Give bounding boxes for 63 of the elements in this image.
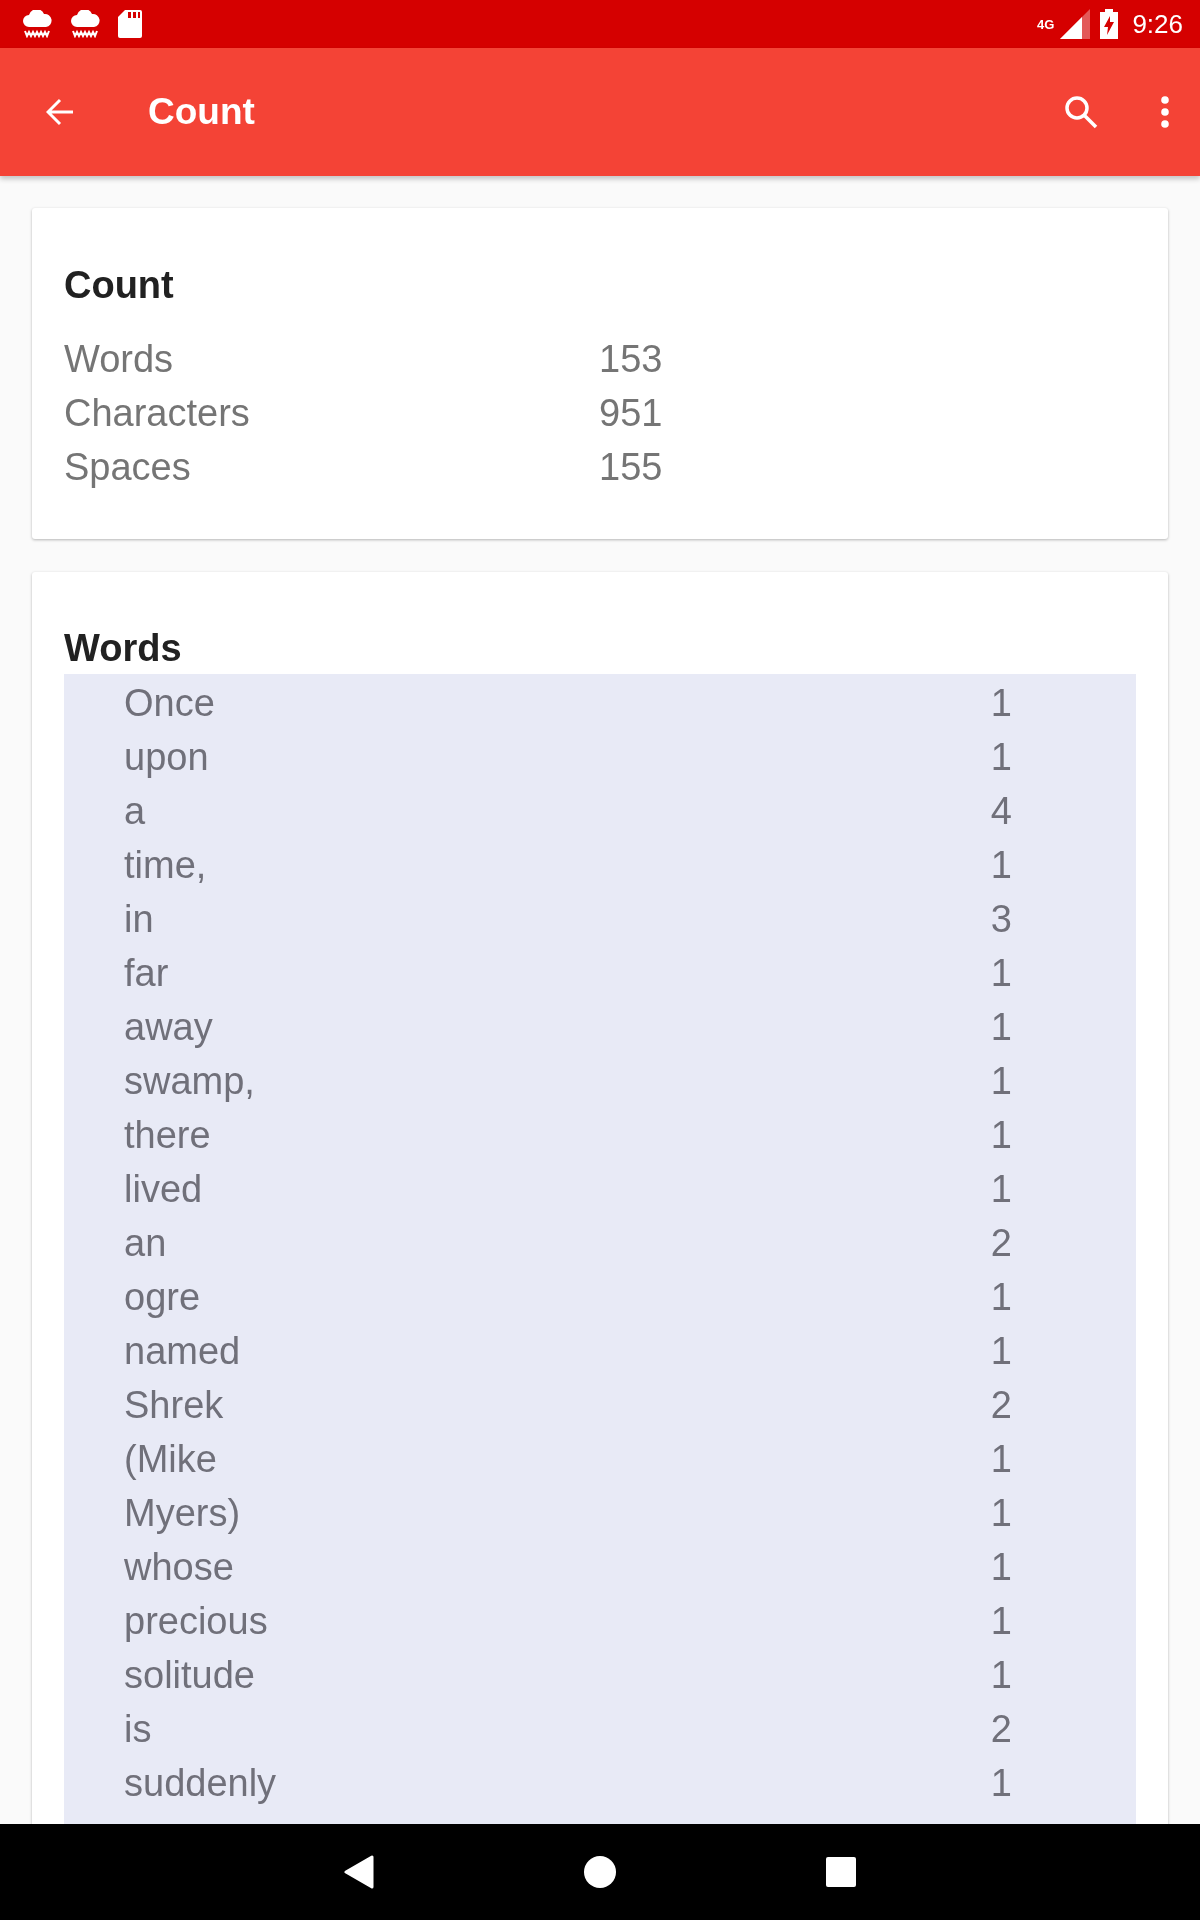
signal-icon	[1060, 9, 1091, 39]
word-text: away	[124, 1005, 214, 1050]
stat-label: Spaces	[64, 445, 192, 490]
word-count: 1	[990, 681, 1012, 726]
word-count: 1	[990, 735, 1012, 780]
word-count: 1	[990, 1275, 1012, 1320]
stat-value: 155	[599, 445, 663, 490]
stat-value: 153	[599, 337, 663, 382]
stat-value: 951	[599, 391, 663, 436]
clock-text: 9:26	[1132, 9, 1183, 39]
word-text: a	[124, 789, 147, 834]
word-text: upon	[124, 735, 210, 780]
screen-title: Count	[148, 90, 256, 134]
sd-card-icon	[118, 10, 142, 38]
word-text: Once	[124, 681, 216, 726]
word-count: 1	[990, 1545, 1012, 1590]
nav-back-icon[interactable]	[344, 1855, 374, 1889]
word-text: Myers)	[124, 1491, 242, 1536]
word-text: Shrek	[124, 1383, 225, 1428]
word-text: suddenly	[124, 1761, 278, 1806]
more-icon	[1160, 96, 1170, 128]
word-count: 2	[990, 1707, 1012, 1752]
word-count: 1	[990, 1113, 1012, 1158]
word-text: ogre	[124, 1275, 202, 1320]
word-count: 1	[990, 1059, 1012, 1104]
card-title: Words	[64, 626, 182, 670]
word-text: solitude	[124, 1653, 256, 1698]
stat-label: Characters	[64, 391, 251, 436]
rain-cloud-icon	[22, 10, 52, 38]
rain-cloud-icon	[70, 10, 100, 38]
word-text: precious	[124, 1599, 269, 1644]
word-count: 1	[990, 1005, 1012, 1050]
word-text: in	[124, 897, 155, 942]
word-count: 1	[990, 1761, 1012, 1806]
search-icon	[1064, 95, 1098, 129]
word-count: 1	[990, 1653, 1012, 1698]
word-text: whose	[124, 1545, 235, 1590]
word-count: 1	[990, 1599, 1012, 1644]
word-text: (Mike	[124, 1437, 218, 1482]
word-text: is	[124, 1707, 153, 1752]
stat-label: Words	[64, 337, 175, 382]
word-count: 1	[990, 951, 1012, 996]
word-text: far	[124, 951, 170, 996]
word-count: 1	[990, 1329, 1012, 1374]
word-count: 2	[990, 1221, 1012, 1266]
word-text: an	[124, 1221, 168, 1266]
word-text: there	[124, 1113, 212, 1158]
word-count: 4	[990, 789, 1012, 834]
home-icon[interactable]	[584, 1856, 616, 1888]
word-count: 2	[990, 1383, 1012, 1428]
word-text: named	[124, 1329, 242, 1374]
word-count: 3	[990, 897, 1012, 942]
word-count: 1	[990, 1491, 1012, 1536]
network-type-text: 4G	[1037, 18, 1055, 31]
word-text: lived	[124, 1167, 204, 1212]
card-title: Count	[64, 263, 174, 307]
word-count: 1	[990, 1167, 1012, 1212]
word-text: time,	[124, 843, 208, 888]
word-count: 1	[990, 1437, 1012, 1482]
word-text: swamp,	[124, 1059, 256, 1104]
word-count: 1	[990, 843, 1012, 888]
back-arrow-icon	[46, 98, 74, 126]
battery-charging-icon	[1100, 9, 1119, 39]
